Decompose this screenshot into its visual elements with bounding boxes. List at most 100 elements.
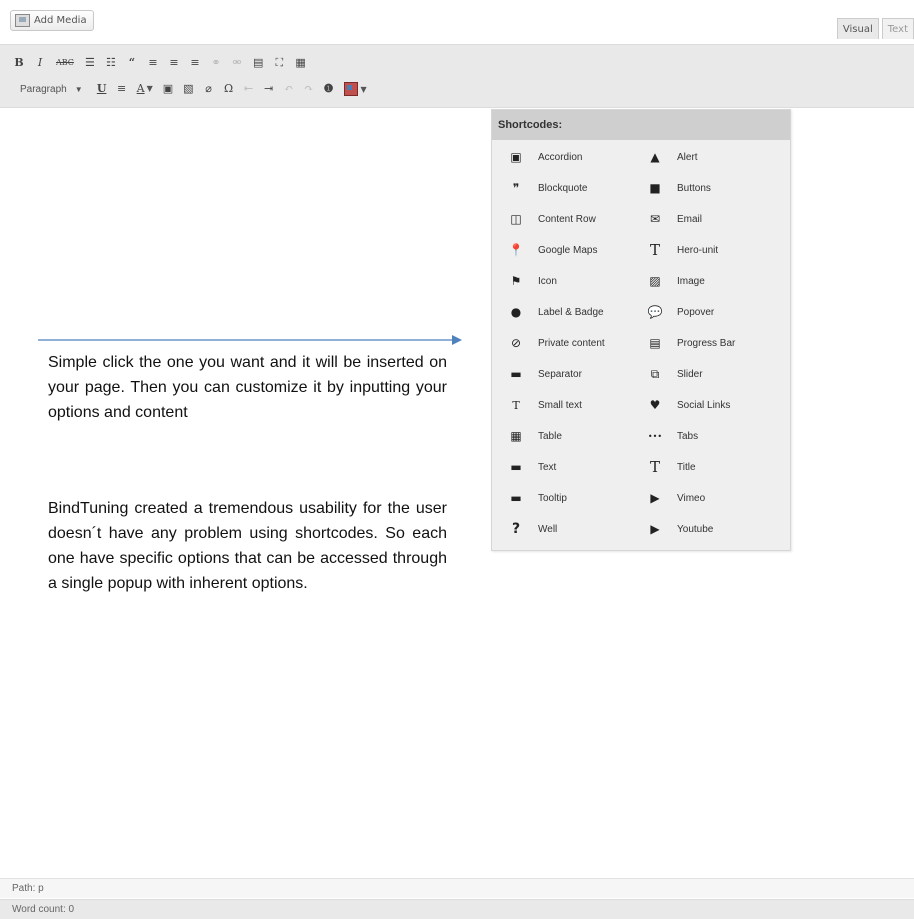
shortcode-item-icon[interactable]: ⚑ Icon [508,270,557,292]
italic-button[interactable]: I [35,53,45,73]
shortcodes-button[interactable]: ▼ [343,82,367,96]
table-icon: ▦ [510,429,522,443]
copy-icon: ⧉ [650,366,660,381]
tab-visual[interactable]: Visual [836,18,879,39]
shortcode-item-table[interactable]: ▦ Table [508,425,562,447]
toolbar-row-2: Paragraph ▼ U ≡ A ▼ ▣ ▧ ⌀ Ω ⇤ ⇥ ↶ ↷ ❶ ▼ [20,79,367,99]
shortcode-label: Progress Bar [677,337,736,349]
shortcode-item-text[interactable]: ▬ Text [508,456,556,478]
shortcode-label: Popover [677,306,715,318]
shortcode-item-popover[interactable]: 💬 Popover [647,301,715,323]
shortcode-item-slider[interactable]: ⧉ Slider [647,363,703,385]
shortcode-item-image[interactable]: ▨ Image [647,270,705,292]
chevron-down-icon: ▼ [360,84,367,94]
shortcode-item-accordion[interactable]: ▣ Accordion [508,146,582,168]
paste-text-icon[interactable]: ▣ [163,79,173,99]
question-icon: ? [511,521,521,537]
shortcode-item-tabs[interactable]: ••• Tabs [647,425,698,447]
paragraph-format-label: Paragraph [20,83,67,95]
text-block-icon: ▬ [510,460,522,474]
shortcodes-icon [343,82,358,96]
picture-icon: ▨ [649,274,661,288]
align-right-icon[interactable]: ≡ [190,53,200,73]
kitchen-sink-icon[interactable]: ▦ [295,53,305,73]
shortcode-label: Hero-unit [677,244,719,256]
shortcode-item-content-row[interactable]: ◫ Content Row [508,208,595,230]
alert-icon: ▲ [650,150,660,164]
read-more-icon[interactable]: ▤ [253,53,263,73]
shortcode-label: Title [677,461,696,473]
shortcode-item-alert[interactable]: ▲ Alert [647,146,698,168]
numbered-list-icon[interactable]: ☷ [106,53,116,73]
shortcode-item-small-text[interactable]: T Small text [508,394,582,416]
shortcode-label: Social Links [677,399,731,411]
chevron-down-icon: ▼ [146,84,153,93]
shortcode-item-private-content[interactable]: ⊘ Private content [508,332,605,354]
shortcode-item-title[interactable]: T Title [647,456,696,478]
shortcode-item-social-links[interactable]: ♥ Social Links [647,394,731,416]
small-text-icon: T [512,398,520,412]
shortcode-label: Alert [677,151,698,163]
progress-icon: ▤ [649,336,661,350]
bold-button[interactable]: B [14,53,24,73]
blockquote-icon[interactable]: “ [127,53,137,73]
tab-text[interactable]: Text [881,18,914,39]
youtube-icon: ▶ [650,522,660,536]
strikethrough-button[interactable]: ABC [56,53,74,73]
shortcode-label: Vimeo [677,492,706,504]
shortcode-item-progress-bar[interactable]: ▤ Progress Bar [647,332,735,354]
add-media-button[interactable]: Add Media [10,10,94,31]
unlink-icon[interactable]: ⚮ [232,53,242,73]
special-character-button[interactable]: Ω [224,79,234,99]
fullscreen-icon[interactable]: ⛶ [274,53,284,73]
clear-formatting-icon[interactable]: ⌀ [204,79,214,99]
shortcode-label: Accordion [538,151,583,163]
accordion-icon: ▣ [510,150,522,164]
eye-off-icon: ⊘ [510,336,522,350]
editor-top-bar: Add Media Visual Text [0,0,914,44]
speech-bubble-icon: 💬 [647,305,663,319]
shortcode-label: Well [538,523,558,535]
text-color-button[interactable]: A ▼ [137,79,153,99]
redo-icon[interactable]: ↷ [304,79,314,99]
title-t-icon: T [649,458,660,476]
justify-icon[interactable]: ≡ [117,79,127,99]
undo-icon[interactable]: ↶ [284,79,294,99]
shortcode-item-vimeo[interactable]: ▶ Vimeo [647,487,705,509]
indent-icon[interactable]: ⇥ [264,79,274,99]
link-icon[interactable]: ⚭ [211,53,221,73]
shortcode-label: Blockquote [538,182,588,194]
button-icon: ■ [649,181,661,195]
quote-icon: ❞ [512,181,520,195]
shortcode-item-tooltip[interactable]: ▬ Tooltip [508,487,567,509]
shortcode-item-youtube[interactable]: ▶ Youtube [647,518,713,540]
add-media-label: Add Media [34,15,87,26]
align-left-icon[interactable]: ≡ [148,53,158,73]
shortcode-item-hero-unit[interactable]: T Hero-unit [647,239,718,261]
underline-button[interactable]: U [97,79,107,99]
shortcode-label: Slider [677,368,703,380]
envelope-icon: ✉ [649,212,661,226]
outdent-icon[interactable]: ⇤ [244,79,254,99]
help-icon[interactable]: ❶ [324,79,334,99]
shortcode-item-separator[interactable]: ▬ Separator [508,363,582,385]
shortcode-item-blockquote[interactable]: ❞ Blockquote [508,177,588,199]
shortcode-label: Buttons [677,182,711,194]
shortcode-label: Image [677,275,705,287]
paragraph-format-select[interactable]: Paragraph ▼ [20,84,83,95]
shortcode-item-well[interactable]: ? Well [508,518,557,540]
shortcode-label: Table [538,430,562,442]
minus-icon: ▬ [510,367,522,381]
shortcode-label: Tabs [677,430,699,442]
align-center-icon[interactable]: ≡ [169,53,179,73]
shortcode-item-google-maps[interactable]: 📍 Google Maps [508,239,598,261]
heart-icon: ♥ [649,398,661,412]
circle-icon: ● [510,305,522,319]
paste-word-icon[interactable]: ▧ [183,79,193,99]
shortcode-item-buttons[interactable]: ■ Buttons [647,177,711,199]
bullet-list-icon[interactable]: ☰ [85,53,95,73]
shortcode-item-label-badge[interactable]: ● Label & Badge [508,301,604,323]
shortcode-label: Private content [538,337,605,349]
shortcode-item-email[interactable]: ✉ Email [647,208,702,230]
shortcode-label: Tooltip [538,492,567,504]
